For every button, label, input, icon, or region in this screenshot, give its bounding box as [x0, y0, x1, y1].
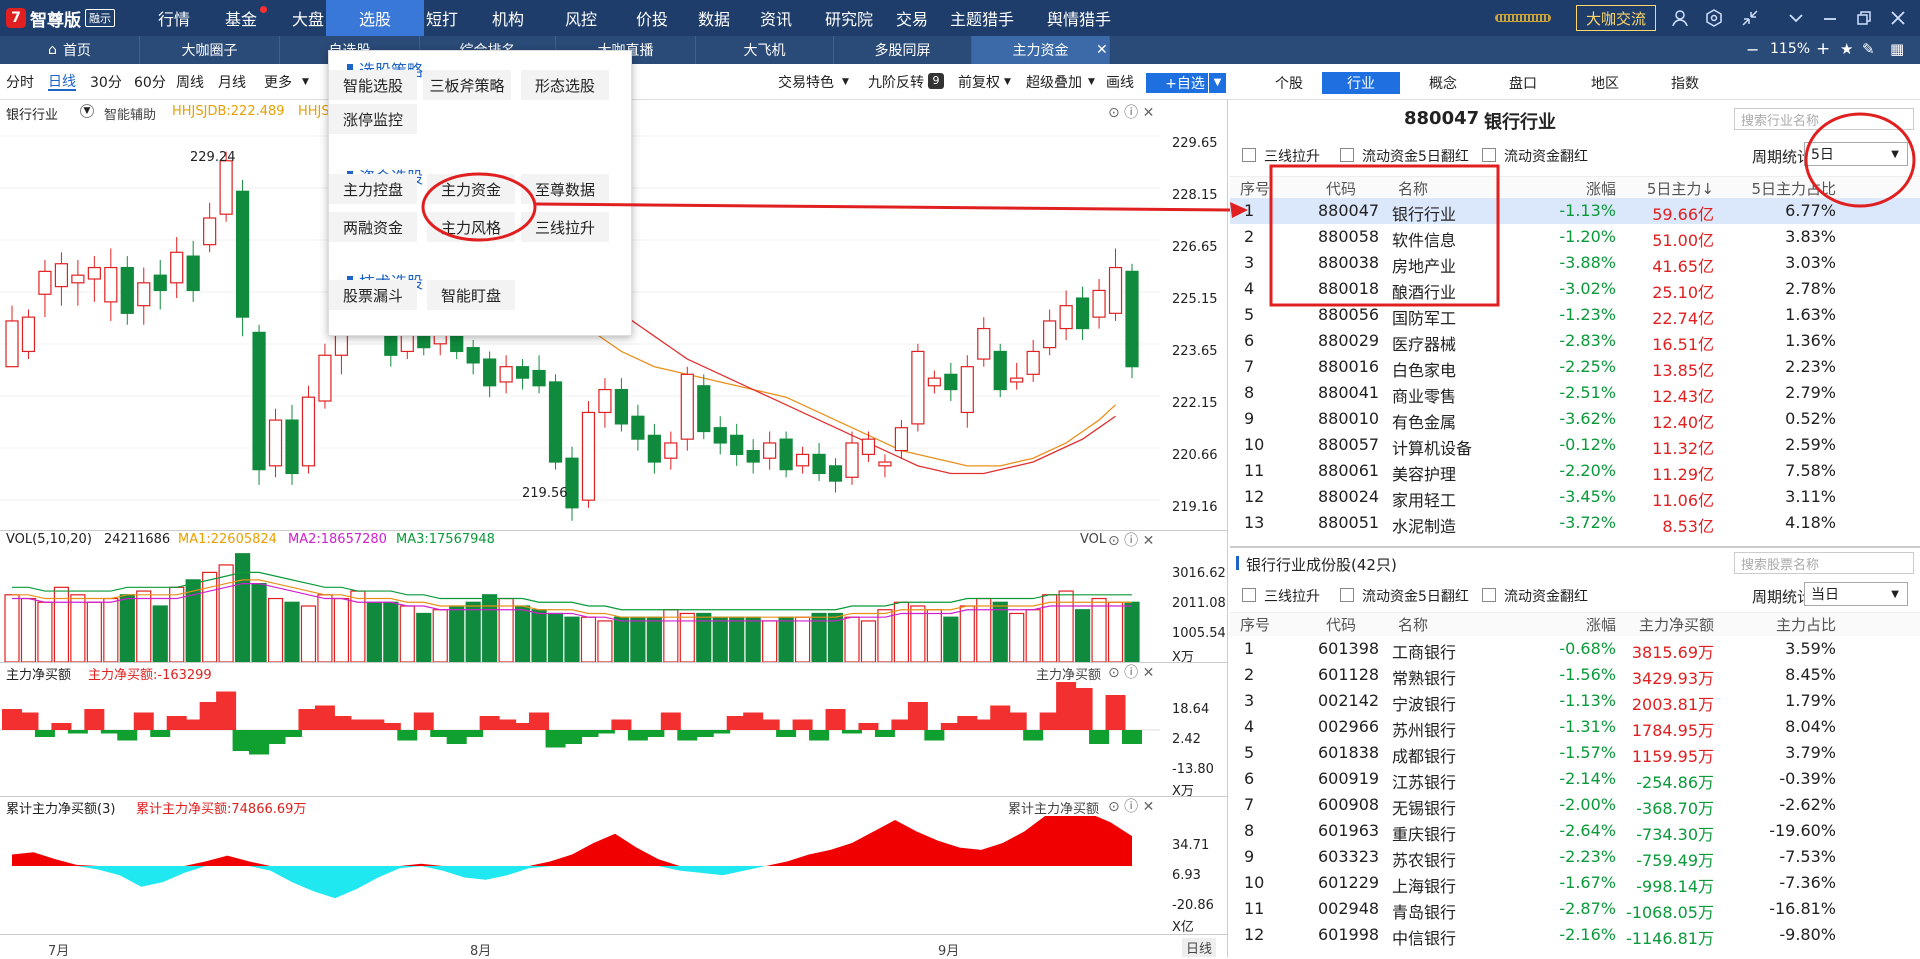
annotation-circle-period — [1804, 112, 1916, 208]
annotation-arrowhead — [1230, 202, 1248, 218]
annotation-overlay — [421, 112, 1916, 307]
annotation-circle-main-fund — [421, 172, 537, 242]
annotation-box-top4 — [1269, 164, 1500, 307]
annotation-arrow-line — [535, 202, 1231, 212]
